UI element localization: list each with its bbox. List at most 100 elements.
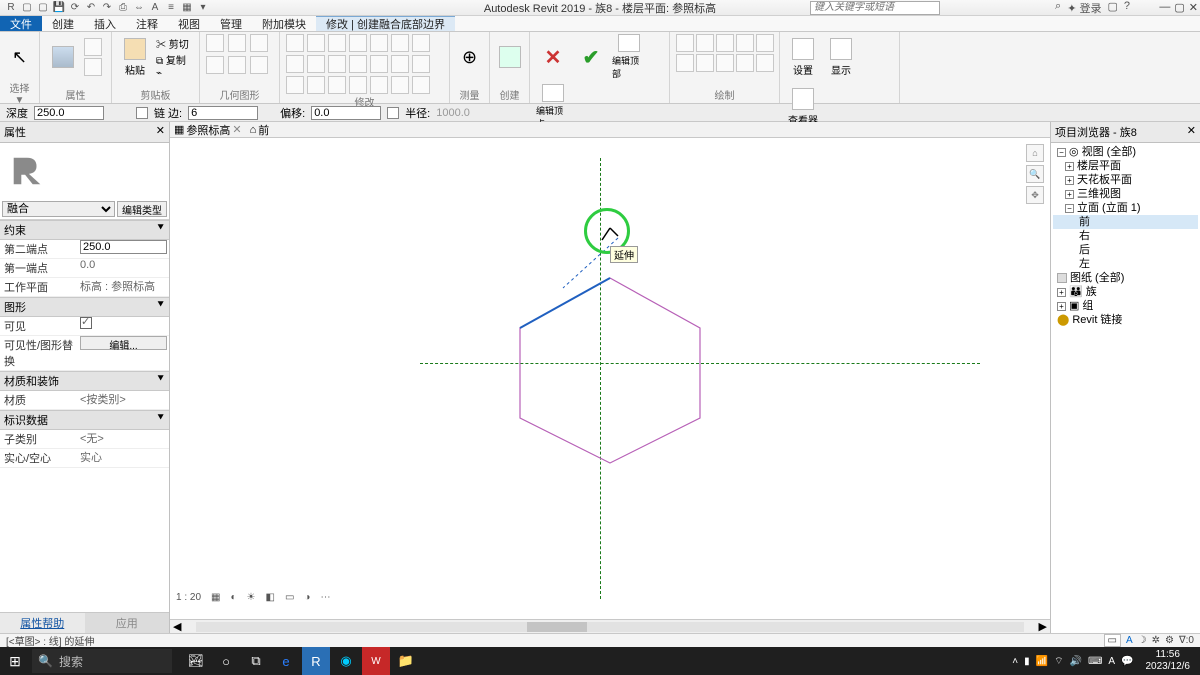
status-main-model-icon[interactable]: A: [1126, 635, 1133, 646]
tab-create[interactable]: 创建: [42, 16, 84, 31]
hide-icon[interactable]: ◑: [302, 592, 312, 603]
taskbar-app-1[interactable]: 🏞: [182, 647, 210, 675]
qat-close-hidden-icon[interactable]: ▦: [180, 1, 194, 15]
tab-modify-context[interactable]: 修改 | 创建融合底部边界: [316, 16, 455, 31]
view-scale[interactable]: 1 : 20: [174, 592, 203, 603]
taskbar-revit-icon[interactable]: R: [302, 647, 330, 675]
qat-text-icon[interactable]: A: [148, 1, 162, 15]
scale-icon[interactable]: [349, 55, 367, 73]
signin-button[interactable]: ✦ 登录: [1067, 0, 1101, 16]
tree-families[interactable]: +👪 族: [1053, 285, 1198, 299]
tab-insert[interactable]: 插入: [84, 16, 126, 31]
join-icon[interactable]: [250, 34, 268, 52]
help-search-input[interactable]: [810, 1, 940, 15]
tab-addins[interactable]: 附加模块: [252, 16, 316, 31]
paste-button[interactable]: 粘贴: [118, 34, 152, 80]
close-view-icon[interactable]: ✕: [232, 123, 241, 136]
nav-zoom-icon[interactable]: 🔍: [1026, 165, 1044, 183]
vis-override-button[interactable]: 编辑...: [80, 336, 167, 350]
taskbar-taskview-icon[interactable]: ⧉: [242, 647, 270, 675]
trim-icon[interactable]: [391, 34, 409, 52]
copy-icon[interactable]: [307, 34, 325, 52]
qat-measure-icon[interactable]: ⇔: [132, 1, 146, 15]
qat-sync-icon[interactable]: ⟳: [68, 1, 82, 15]
tab-file[interactable]: 文件: [0, 16, 42, 31]
tree-floor-plans[interactable]: +楼层平面: [1053, 159, 1198, 173]
delete-icon[interactable]: [412, 55, 430, 73]
endpoint2-input[interactable]: [80, 240, 167, 254]
type-selector[interactable]: 融合: [2, 201, 115, 217]
view-tab-front[interactable]: ⌂ 前: [250, 122, 270, 138]
cope-icon[interactable]: [206, 34, 224, 52]
radius-checkbox[interactable]: [387, 107, 399, 119]
edit-type-button[interactable]: 编辑类型: [117, 201, 167, 217]
tree-elev-left[interactable]: 左: [1053, 257, 1198, 271]
tree-ceiling-plans[interactable]: +天花板平面: [1053, 173, 1198, 187]
array-icon[interactable]: [328, 55, 346, 73]
copy-button[interactable]: ⧉ 复制: [156, 52, 189, 67]
taskbar-edge-icon[interactable]: ◉: [332, 647, 360, 675]
polygon-icon[interactable]: [716, 34, 734, 52]
qat-revit-icon[interactable]: R: [4, 1, 18, 15]
qat-undo-icon[interactable]: ↶: [84, 1, 98, 15]
help-icon[interactable]: ?: [1124, 0, 1130, 16]
drawing-canvas[interactable]: 延伸 ⌂ 🔍 ✥ 1 : 20 ▦ ◐ ☀ ◧ ▭ ◑ ⋯: [170, 138, 1050, 619]
tree-elev-right[interactable]: 右: [1053, 229, 1198, 243]
show-workplane-button[interactable]: 显示: [824, 34, 858, 80]
qat-redo-icon[interactable]: ↷: [100, 1, 114, 15]
paint-icon[interactable]: [206, 56, 224, 74]
canvas-scrollbar-h[interactable]: ◀▶: [170, 619, 1050, 633]
properties-apply-button[interactable]: 应用: [85, 613, 170, 633]
unpin-icon[interactable]: [391, 55, 409, 73]
status-gear-icon[interactable]: ✲: [1152, 635, 1160, 646]
mirror-axis-icon[interactable]: [349, 34, 367, 52]
status-link-icon[interactable]: ⚙: [1165, 635, 1174, 646]
cancel-mode-button[interactable]: ✕: [536, 34, 570, 80]
status-half-icon[interactable]: ☽: [1138, 635, 1147, 646]
pick-icon[interactable]: [756, 54, 774, 72]
chain-checkbox[interactable]: [136, 107, 148, 119]
status-select-icon[interactable]: ▭: [1104, 634, 1121, 647]
reveal-icon[interactable]: ⋯: [318, 592, 332, 603]
fillet-icon[interactable]: [696, 54, 714, 72]
tree-views-all[interactable]: −◎ 视图 (全部): [1053, 145, 1198, 159]
mirror-draw-icon[interactable]: [370, 34, 388, 52]
crop-icon[interactable]: ▭: [283, 592, 296, 603]
edges-input[interactable]: [188, 106, 258, 120]
rect-icon[interactable]: [696, 34, 714, 52]
tab-manage[interactable]: 管理: [210, 16, 252, 31]
maximize-button[interactable]: ▢: [1174, 1, 1184, 14]
tab-view[interactable]: 视图: [168, 16, 210, 31]
nav-home-icon[interactable]: ⌂: [1026, 144, 1044, 162]
family-types-icon[interactable]: [84, 58, 102, 76]
tree-elev-back[interactable]: 后: [1053, 243, 1198, 257]
spline-icon[interactable]: [716, 54, 734, 72]
type-props-icon[interactable]: [84, 38, 102, 56]
circle-icon[interactable]: [736, 34, 754, 52]
qat-open-icon[interactable]: ▢: [36, 1, 50, 15]
split-icon[interactable]: [412, 34, 430, 52]
qat-switch-icon[interactable]: ▾: [196, 1, 210, 15]
detail-level-icon[interactable]: ▦: [209, 592, 222, 603]
taskbar-cortana-icon[interactable]: ○: [212, 647, 240, 675]
split-face-icon[interactable]: [228, 56, 246, 74]
sun-path-icon[interactable]: ☀: [245, 592, 258, 603]
pin-icon[interactable]: [370, 55, 388, 73]
tray-wifi-icon[interactable]: ⌔: [1054, 655, 1063, 668]
arc3pt-icon[interactable]: [676, 54, 694, 72]
rotate-icon[interactable]: [328, 34, 346, 52]
qat-save-icon[interactable]: 💾: [52, 1, 66, 15]
visual-style-icon[interactable]: ◐: [228, 592, 238, 603]
match-button[interactable]: ⌁: [156, 68, 189, 79]
measure-button[interactable]: ⊕: [456, 34, 483, 80]
ellipse-icon[interactable]: [736, 54, 754, 72]
tray-notify-icon[interactable]: 💬: [1121, 656, 1133, 667]
infocenter-icon[interactable]: ⌕: [1055, 0, 1061, 16]
tray-network-icon[interactable]: 📶: [1036, 656, 1048, 667]
finish-mode-button[interactable]: ✔: [574, 34, 608, 80]
set-workplane-button[interactable]: 设置: [786, 34, 820, 80]
taskbar-search[interactable]: 🔍 搜索: [32, 649, 172, 673]
view-tab-ref-level[interactable]: ▦ 参照标高 ✕: [174, 122, 242, 138]
nav-pan-icon[interactable]: ✥: [1026, 186, 1044, 204]
depth-input[interactable]: [34, 106, 104, 120]
